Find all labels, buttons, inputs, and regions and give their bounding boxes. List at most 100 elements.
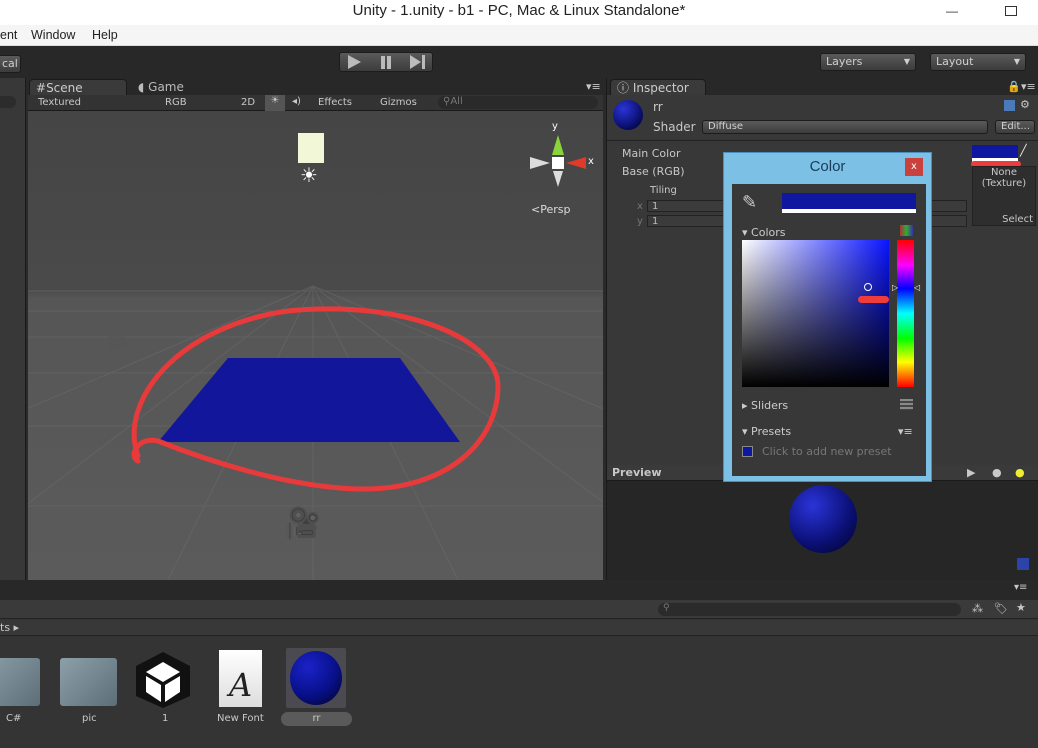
- texture-none-label: None (Texture): [981, 167, 1027, 189]
- color-mode-icon[interactable]: [900, 225, 913, 236]
- y-label: y: [637, 216, 643, 227]
- panel-menu-icon[interactable]: ▾≡: [1014, 582, 1027, 593]
- search-placeholder: All: [450, 96, 463, 107]
- menu-component[interactable]: ent: [0, 28, 17, 42]
- sphere-mesh-icon[interactable]: ●: [992, 466, 1002, 479]
- projection-text: Persp: [540, 203, 571, 216]
- audio-toggle-icon[interactable]: ◂): [292, 96, 301, 107]
- color-picker-title: Color: [809, 158, 846, 175]
- annotation-mark: [858, 296, 889, 303]
- presets-foldout[interactable]: ▾ Presets: [742, 425, 791, 438]
- layout-dropdown[interactable]: Layout ▼: [930, 53, 1026, 71]
- scene-search-input[interactable]: ⚲All: [438, 96, 598, 109]
- tab-game-label: Game: [148, 80, 184, 94]
- edit-shader-button[interactable]: Edit...: [995, 120, 1035, 134]
- projection-label[interactable]: <Persp: [531, 203, 570, 216]
- lock-icon[interactable]: 🔒: [1007, 80, 1021, 93]
- asset-label: rr: [312, 713, 321, 724]
- project-search-input[interactable]: ⚲: [658, 603, 961, 616]
- gizmos-dropdown[interactable]: Gizmos: [380, 97, 417, 108]
- asset-label-selected[interactable]: rr: [281, 712, 352, 726]
- breadcrumb-assets[interactable]: ts ▸: [0, 621, 19, 634]
- layers-dropdown[interactable]: Layers ▼: [820, 53, 916, 71]
- step-icon[interactable]: [410, 55, 421, 69]
- y-axis-cone[interactable]: [552, 135, 564, 155]
- tab-inspector[interactable]: ⓘ Inspector: [610, 79, 706, 95]
- sliders-mode-icon[interactable]: [900, 399, 913, 410]
- close-button[interactable]: x: [905, 158, 923, 176]
- layers-label: Layers: [826, 55, 863, 68]
- tab-game[interactable]: ◖ Game: [138, 80, 184, 94]
- presets-label: Presets: [751, 425, 792, 438]
- shader-dropdown[interactable]: Diffuse: [702, 120, 988, 134]
- colors-label: Colors: [751, 226, 786, 239]
- font-asset-icon[interactable]: A: [219, 650, 262, 707]
- breadcrumb-label: ts: [0, 621, 11, 634]
- project-panel: ▾≡ ⚲ ⁂ 🏷 ★ ts ▸ C# pic 1 A New Font rr: [0, 580, 1038, 748]
- scene-toolbar: Textured RGB 2D ☀ ◂) Effects Gizmos ⚲All: [28, 95, 603, 111]
- menu-help[interactable]: Help: [92, 28, 118, 42]
- inspector-tab-strip: ⓘ Inspector 🔒 ▾≡: [607, 78, 1038, 95]
- unity-scene-icon[interactable]: [134, 650, 192, 710]
- scene-tab-strip: #Scene ◖ Game ▾≡: [26, 78, 606, 95]
- preview-sphere[interactable]: [789, 485, 857, 553]
- colors-foldout[interactable]: ▾ Colors: [742, 226, 785, 239]
- lighting-toggle-icon[interactable]: ☀: [265, 95, 285, 111]
- tab-scene[interactable]: #Scene: [29, 79, 127, 95]
- asset-folder-pic[interactable]: [60, 658, 117, 706]
- color-cursor[interactable]: [864, 283, 872, 291]
- step-bar: [422, 55, 425, 69]
- texture-select-button[interactable]: Select: [1002, 214, 1033, 225]
- light-cookie: [298, 133, 324, 163]
- preview-settings-icon[interactable]: [1017, 558, 1029, 570]
- asset-label: New Font: [217, 713, 264, 724]
- chevron-down-icon: ▼: [903, 57, 910, 66]
- current-color-swatch: [782, 193, 916, 213]
- help-book-icon[interactable]: [1004, 100, 1015, 111]
- pivot-local-button[interactable]: cal: [0, 55, 21, 73]
- center-cube[interactable]: [552, 157, 564, 169]
- panel-menu-icon[interactable]: ▾≡: [1021, 80, 1036, 93]
- favorite-star-icon[interactable]: ★: [1016, 601, 1026, 614]
- filter-label-icon[interactable]: 🏷: [994, 602, 1008, 615]
- scene-view[interactable]: ☀ 🎥 y x <Persp: [28, 111, 603, 580]
- camera-icon[interactable]: 🎥: [284, 506, 321, 541]
- sliders-foldout[interactable]: ▸ Sliders: [742, 399, 788, 412]
- minimize-button[interactable]: —: [946, 0, 958, 22]
- orientation-gizmo[interactable]: y x: [526, 121, 596, 201]
- render-mode-dropdown[interactable]: Textured: [38, 97, 81, 108]
- texture-slot[interactable]: None (Texture) Select: [972, 166, 1036, 226]
- preset-swatch[interactable]: [742, 446, 753, 457]
- main-color-swatch[interactable]: [972, 145, 1018, 162]
- 2d-toggle[interactable]: 2D: [241, 97, 255, 108]
- hierarchy-search[interactable]: [0, 96, 16, 108]
- x-axis-cone[interactable]: [566, 157, 586, 169]
- z-axis-cone[interactable]: [530, 157, 550, 169]
- eyedropper-icon[interactable]: ✎: [742, 192, 757, 213]
- gear-icon[interactable]: ⚙: [1020, 98, 1030, 111]
- pause-icon[interactable]: [381, 56, 385, 69]
- lights-icon[interactable]: ●: [1015, 466, 1025, 479]
- effects-dropdown[interactable]: Effects: [318, 97, 352, 108]
- add-preset-button[interactable]: Click to add new preset: [762, 445, 892, 458]
- tiling-y-value: 1: [652, 216, 659, 227]
- preview-label: Preview: [612, 466, 662, 479]
- maximize-button[interactable]: [1005, 6, 1017, 16]
- play-preview-icon[interactable]: ▶: [967, 466, 975, 479]
- color-picker-window: Color x ✎ ▾ Colors ▷ ◁ ▸ Sliders ▾ Prese…: [723, 152, 932, 482]
- neg-y-cone[interactable]: [553, 171, 563, 187]
- hue-marker-left[interactable]: ▷: [892, 283, 898, 292]
- saturation-value-field[interactable]: [742, 240, 889, 387]
- eyedropper-icon[interactable]: ╱: [1020, 144, 1027, 157]
- directional-light-icon[interactable]: ☀: [300, 163, 318, 187]
- panel-menu-icon[interactable]: ▾≡: [586, 80, 601, 93]
- color-mode-dropdown[interactable]: RGB: [165, 97, 187, 108]
- hue-slider[interactable]: ▷ ◁: [892, 240, 920, 387]
- asset-material-rr[interactable]: [286, 648, 346, 708]
- filter-type-icon[interactable]: ⁂: [972, 602, 983, 615]
- presets-menu-icon[interactable]: ▾≡: [898, 425, 913, 438]
- asset-folder-csharp[interactable]: [0, 658, 40, 706]
- menu-window[interactable]: Window: [31, 28, 75, 42]
- play-icon[interactable]: [348, 55, 361, 69]
- hue-marker-right[interactable]: ◁: [914, 283, 920, 292]
